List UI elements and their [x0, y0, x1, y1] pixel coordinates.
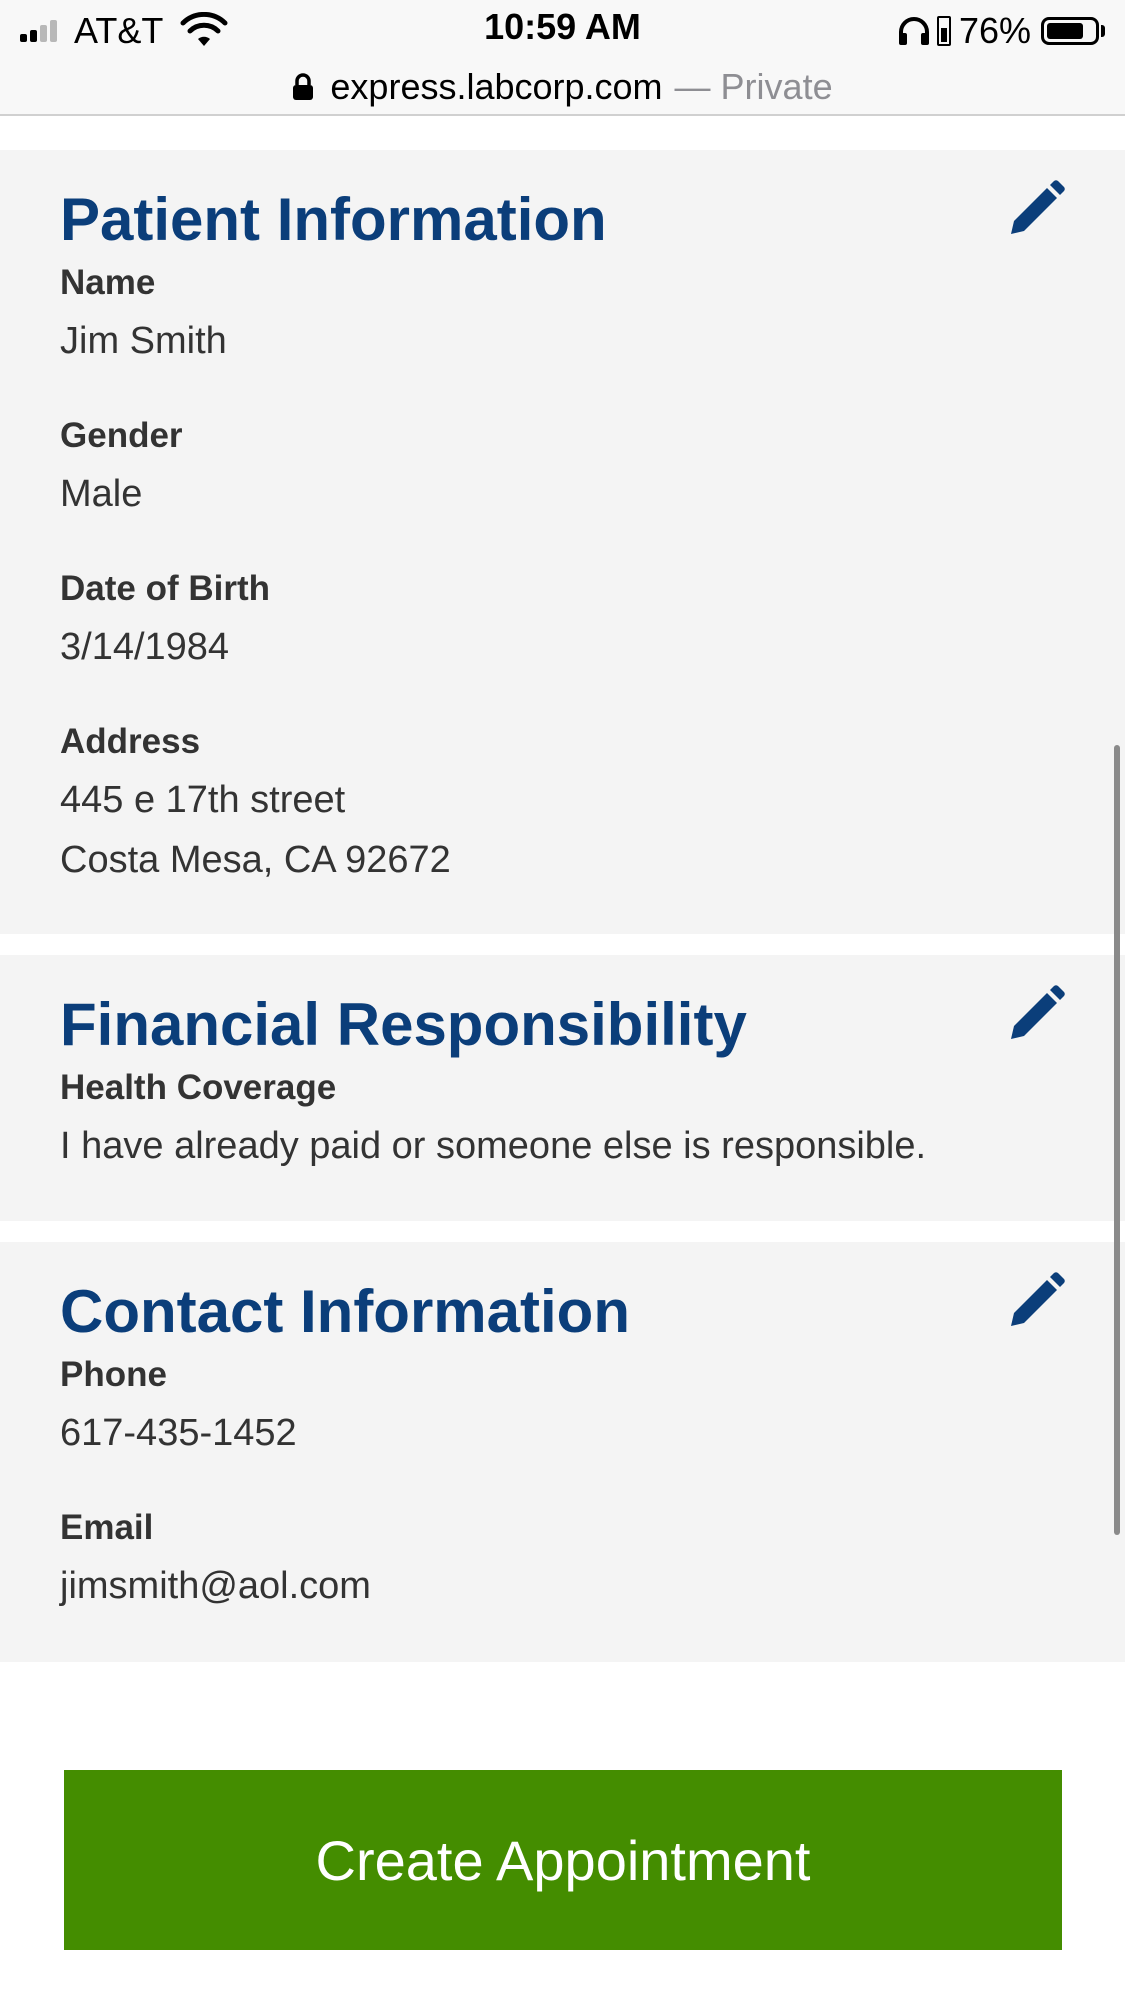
phone-label: Phone [60, 1355, 167, 1394]
battery-nub [1101, 25, 1105, 37]
status-bar: AT&T 10:59 AM 76% [0, 0, 1125, 60]
phone-value: 617-435-1452 [60, 1412, 297, 1454]
name-label: Name [60, 263, 156, 302]
health-coverage-value: I have already paid or someone else is r… [60, 1125, 927, 1167]
patient-information-card: Patient Information Name Jim Smith Gende… [0, 150, 1125, 934]
financial-responsibility-card: Financial Responsibility Health Coverage… [0, 955, 1125, 1221]
create-appointment-button[interactable]: Create Appointment [64, 1770, 1062, 1950]
contact-information-card: Contact Information Phone 617-435-1452 E… [0, 1242, 1125, 1662]
address-bar[interactable]: express.labcorp.com — Private [0, 60, 1125, 116]
lock-icon [293, 73, 314, 100]
address-label: Address [60, 722, 201, 761]
financial-responsibility-title: Financial Responsibility [60, 991, 747, 1058]
battery-percent: 76% [958, 10, 1031, 51]
email-label: Email [60, 1508, 154, 1547]
charging-icon [936, 16, 951, 46]
health-coverage-label: Health Coverage [60, 1068, 337, 1107]
pencil-icon[interactable] [1005, 1270, 1067, 1332]
status-right: 76% [897, 8, 1105, 54]
dob-value: 3/14/1984 [60, 626, 230, 668]
patient-information-title: Patient Information [60, 186, 607, 253]
pencil-icon[interactable] [1005, 983, 1067, 1045]
pencil-icon[interactable] [1005, 178, 1067, 240]
gender-label: Gender [60, 416, 183, 455]
email-value: jimsmith@aol.com [60, 1565, 371, 1607]
headphones-icon [898, 17, 929, 45]
dob-label: Date of Birth [60, 569, 270, 608]
name-value: Jim Smith [60, 320, 227, 362]
url-domain: express.labcorp.com [330, 66, 663, 107]
battery-icon [1041, 17, 1099, 45]
scrollbar[interactable] [1114, 745, 1120, 1535]
address-line-2: Costa Mesa, CA 92672 [60, 839, 451, 881]
address-line-1: 445 e 17th street [60, 779, 346, 821]
private-mode-label: — Private [674, 66, 833, 107]
gender-value: Male [60, 473, 143, 515]
contact-information-title: Contact Information [60, 1278, 630, 1345]
